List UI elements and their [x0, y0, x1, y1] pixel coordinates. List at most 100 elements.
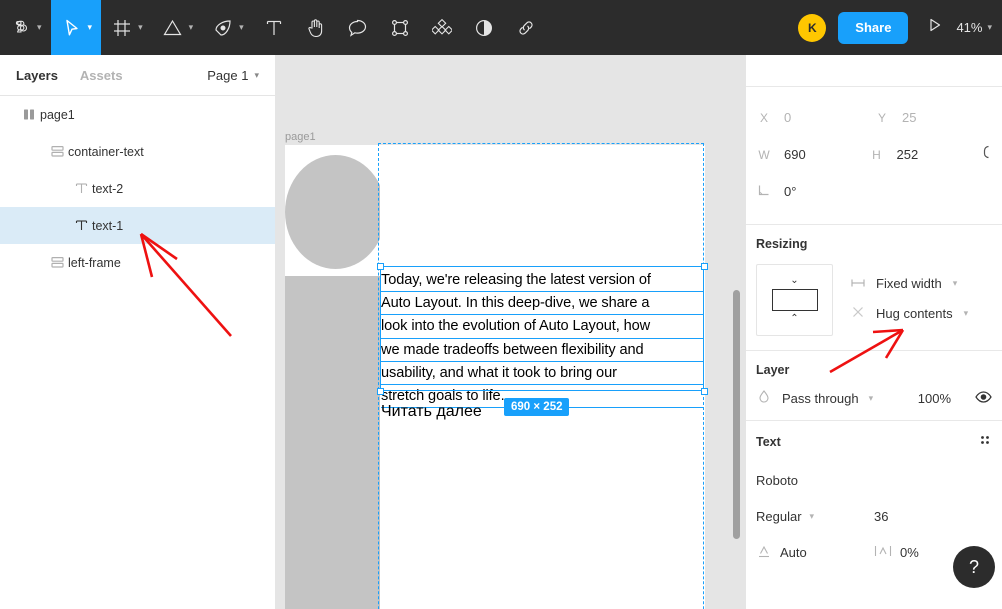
vertical-resizing-dropdown[interactable]: Hug contents ▾ [851, 306, 968, 321]
contrast-circle-icon [472, 16, 496, 40]
dimension-badge: 690 × 252 [504, 398, 570, 416]
y-label-icon: Y [877, 110, 886, 125]
figma-window: ▾ ▾ ▾ ▾ ▾ K Share 41% ▾ Layers Assets Pa… [0, 0, 1002, 609]
line-height-field[interactable]: Auto [756, 544, 874, 561]
layer-row-left-frame[interactable]: left-frame [0, 244, 275, 281]
canvas-vertical-scrollbar[interactable] [733, 290, 740, 539]
link-tool-button[interactable] [505, 0, 547, 55]
chevron-down-icon: ▾ [138, 22, 143, 32]
avatar-placeholder-shape[interactable] [285, 155, 386, 269]
chevron-down-icon: ▾ [809, 510, 815, 521]
pen-icon [211, 16, 235, 40]
move-tool-button[interactable]: ▾ [50, 0, 102, 55]
frame-icon [110, 16, 134, 40]
chevron-down-icon: ▾ [952, 278, 958, 288]
layer-label: container-text [68, 144, 144, 159]
four-diamonds-icon [430, 16, 454, 40]
resize-handle-top-left[interactable] [377, 263, 384, 270]
font-family-row[interactable]: Roboto [746, 462, 1002, 498]
resize-handle-bottom-left[interactable] [377, 388, 384, 395]
resize-handle-bottom-right[interactable] [701, 388, 708, 395]
font-size-value[interactable]: 36 [874, 509, 888, 524]
resize-preview-box[interactable]: ⌄ ⌃ [756, 264, 833, 336]
zoom-level-label: 41% [956, 20, 983, 35]
components-tool-button[interactable] [421, 0, 463, 55]
left-panel: Layers Assets Page 1 ▾ page1 container-t… [0, 55, 276, 609]
canvas-area[interactable]: page1 Today, we're releasing the latest … [276, 55, 745, 609]
wh-row: W 690 H 252 [746, 136, 1002, 173]
letter-spacing-value[interactable]: 0% [900, 545, 919, 560]
top-toolbar: ▾ ▾ ▾ ▾ ▾ K Share 41% ▾ [0, 0, 1002, 55]
resizing-section: Resizing ⌄ ⌃ Fixed width ▾ Hug contents … [746, 225, 1002, 351]
rotation-field[interactable]: 0° [756, 184, 884, 199]
present-button[interactable] [918, 11, 952, 45]
vertical-resizing-value: Hug contents [876, 306, 953, 321]
resize-handle-top-right[interactable] [701, 263, 708, 270]
blend-mode-dropdown[interactable]: Pass through [782, 391, 859, 406]
width-field[interactable]: W 690 [756, 147, 869, 162]
height-value: 252 [896, 147, 919, 162]
hand-icon [304, 16, 328, 40]
pen-tool-button[interactable]: ▾ [202, 0, 253, 55]
layer-row-text-2[interactable]: text-2 [0, 170, 275, 207]
frame-tool-button[interactable]: ▾ [101, 0, 152, 55]
page-selector-label: Page 1 [207, 67, 249, 83]
horizontal-resizing-dropdown[interactable]: Fixed width ▾ [851, 276, 968, 291]
text-tool-button[interactable] [253, 0, 295, 55]
text-T-icon [262, 16, 286, 40]
opacity-value[interactable]: 100% [918, 391, 951, 406]
image-placeholder-shape[interactable] [285, 276, 386, 609]
auto-layout-icon [46, 145, 68, 158]
cursor-icon [60, 16, 84, 40]
page-columns-icon [18, 108, 40, 121]
mask-tool-button[interactable] [463, 0, 505, 55]
x-field[interactable]: X 0 [756, 110, 874, 125]
figma-logo-icon [9, 16, 33, 40]
resize-preview-inner [771, 289, 818, 311]
hand-tool-button[interactable] [295, 0, 337, 55]
avatar[interactable]: K [798, 13, 827, 42]
page-selector[interactable]: Page 1 ▾ [207, 68, 259, 83]
layer-row-container-text[interactable]: container-text [0, 133, 275, 170]
help-button[interactable]: ? [953, 546, 995, 588]
text-line: usability, and what it took to bring our [381, 362, 703, 386]
layer-properties-row: Pass through ▾ 100% [746, 390, 1002, 406]
comment-tool-button[interactable] [337, 0, 379, 55]
link-chain-icon [514, 16, 538, 40]
layer-section: Layer Pass through ▾ 100% [746, 351, 1002, 421]
y-field[interactable]: Y 25 [874, 110, 992, 125]
chevron-down-icon: ▾ [963, 308, 969, 318]
layer-row-page1[interactable]: page1 [0, 96, 275, 133]
chevron-down-icon: ⌄ [790, 275, 799, 286]
dots-grid-icon[interactable] [978, 433, 992, 450]
xy-row: X 0 Y 25 [746, 99, 1002, 136]
layer-title: Layer [756, 363, 790, 377]
text-1-content[interactable]: Today, we're releasing the latest versio… [381, 269, 703, 409]
corner-radius-icon[interactable] [981, 144, 992, 165]
height-field[interactable]: H 252 [869, 147, 982, 162]
frame-name-label[interactable]: page1 [285, 131, 316, 143]
tab-layers[interactable]: Layers [16, 68, 58, 83]
tab-assets[interactable]: Assets [80, 68, 123, 83]
component-tool-button[interactable] [379, 0, 421, 55]
h-label-icon: H [872, 147, 881, 162]
polygon-icon [161, 16, 185, 40]
resizing-controls: ⌄ ⌃ Fixed width ▾ Hug contents ▾ [746, 264, 1002, 336]
font-weight-dropdown[interactable]: Regular ▾ [756, 509, 874, 524]
left-panel-tabs: Layers Assets Page 1 ▾ [0, 55, 275, 96]
blend-mode-icon [756, 390, 772, 406]
component-bounds-icon [388, 16, 412, 40]
share-button[interactable]: Share [838, 11, 909, 44]
line-height-value: Auto [780, 544, 807, 560]
text-section-header: Text [746, 433, 1002, 450]
layer-row-text-1[interactable]: text-1 [0, 207, 275, 244]
chevron-down-icon: ▾ [37, 22, 42, 32]
eye-icon[interactable] [975, 390, 992, 406]
figma-menu-button[interactable]: ▾ [0, 0, 51, 55]
chevron-up-icon: ⌃ [790, 313, 799, 324]
text-title: Text [756, 434, 781, 449]
text-2-content[interactable]: Читать далее [381, 403, 482, 421]
zoom-control[interactable]: 41% ▾ [956, 20, 1002, 35]
shape-tool-button[interactable]: ▾ [152, 0, 203, 55]
layer-label: text-1 [92, 218, 124, 233]
